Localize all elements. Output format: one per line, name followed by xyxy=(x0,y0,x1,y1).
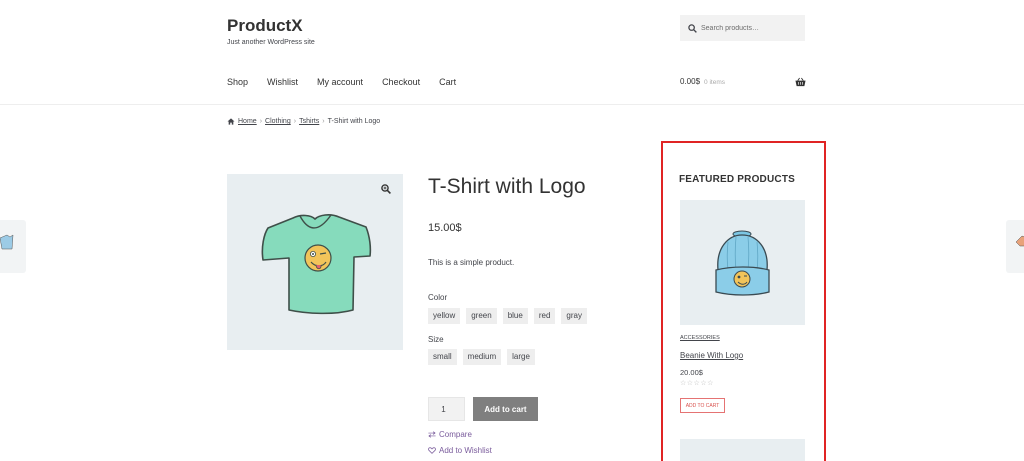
size-label: Size xyxy=(428,335,444,344)
nav-checkout[interactable]: Checkout xyxy=(382,77,420,87)
breadcrumb-separator: › xyxy=(322,118,325,125)
breadcrumb-tshirts[interactable]: Tshirts xyxy=(299,118,319,125)
nav-my-account[interactable]: My account xyxy=(317,77,363,87)
previous-product-button[interactable] xyxy=(0,220,26,273)
featured-product-price: 20.00$ xyxy=(680,368,703,377)
tshirt-icon xyxy=(261,214,372,315)
color-option-red[interactable]: red xyxy=(533,308,556,324)
featured-product-image[interactable] xyxy=(680,439,805,461)
featured-add-to-cart-button[interactable]: ADD TO CART xyxy=(680,398,725,413)
size-option-large[interactable]: large xyxy=(507,349,535,365)
search-input[interactable] xyxy=(701,24,801,32)
next-product-button[interactable] xyxy=(1006,220,1024,273)
featured-product-rating: ☆☆☆☆☆ xyxy=(680,380,714,387)
nav-cart[interactable]: Cart xyxy=(439,77,456,87)
site-title[interactable]: ProductX xyxy=(227,16,303,36)
featured-product-image[interactable] xyxy=(680,200,805,325)
product-description: This is a simple product. xyxy=(428,258,515,267)
tshirt-icon xyxy=(1015,235,1024,247)
cart-count: 0 items xyxy=(704,79,725,86)
color-option-blue[interactable]: blue xyxy=(502,308,528,324)
size-swatches: small medium large xyxy=(428,349,541,365)
nav-shop[interactable]: Shop xyxy=(227,77,248,87)
tshirt-icon xyxy=(0,234,14,250)
add-to-cart-button[interactable]: Add to cart xyxy=(473,397,538,421)
cart-summary[interactable]: 0.00$ 0 items xyxy=(680,77,725,86)
breadcrumb-separator: › xyxy=(293,118,297,125)
site-tagline: Just another WordPress site xyxy=(227,39,315,46)
size-option-medium[interactable]: medium xyxy=(462,349,502,365)
add-to-wishlist-link[interactable]: Add to Wishlist xyxy=(428,446,492,455)
breadcrumb-separator: › xyxy=(259,118,263,125)
product-image[interactable] xyxy=(227,174,403,350)
search-box[interactable] xyxy=(680,15,805,41)
breadcrumb-clothing[interactable]: Clothing xyxy=(265,118,291,125)
basket-icon[interactable] xyxy=(795,77,806,87)
product-price: 15.00$ xyxy=(428,222,462,234)
color-label: Color xyxy=(428,293,448,302)
color-option-green[interactable]: green xyxy=(466,308,497,324)
breadcrumb: Home › Clothing › Tshirts › T-Shirt with… xyxy=(227,118,380,125)
quantity-input[interactable] xyxy=(428,397,465,421)
main-nav: Shop Wishlist My account Checkout Cart xyxy=(227,77,475,87)
heart-icon xyxy=(428,447,436,454)
compare-link[interactable]: Compare xyxy=(428,430,472,439)
nav-wishlist[interactable]: Wishlist xyxy=(267,77,298,87)
wishlist-label: Add to Wishlist xyxy=(439,446,492,455)
breadcrumb-home[interactable]: Home xyxy=(238,118,257,125)
cart-total: 0.00$ xyxy=(680,77,701,86)
color-swatches: yellow green blue red gray xyxy=(428,308,593,324)
color-option-gray[interactable]: gray xyxy=(561,308,587,324)
zoom-icon[interactable] xyxy=(381,184,391,194)
header-divider xyxy=(0,104,1024,105)
featured-product-name[interactable]: Beanie With Logo xyxy=(680,351,743,360)
size-option-small[interactable]: small xyxy=(428,349,457,365)
breadcrumb-current: T-Shirt with Logo xyxy=(327,118,381,125)
compare-label: Compare xyxy=(439,430,472,439)
compare-arrows-icon xyxy=(428,431,436,438)
color-option-yellow[interactable]: yellow xyxy=(428,308,461,324)
home-icon xyxy=(227,118,235,125)
featured-product-category[interactable]: ACCESSORIES xyxy=(680,335,720,341)
product-title: T-Shirt with Logo xyxy=(428,175,586,198)
search-icon xyxy=(688,23,697,33)
featured-products-heading: FEATURED PRODUCTS xyxy=(679,174,795,185)
beanie-icon xyxy=(715,230,770,296)
